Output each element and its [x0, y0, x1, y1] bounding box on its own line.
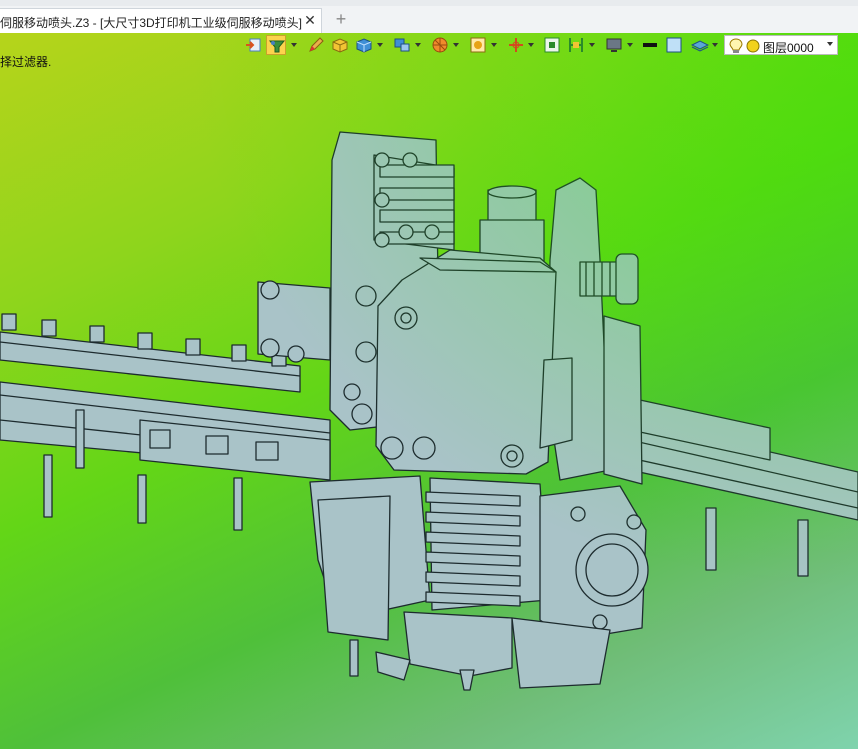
- monitor-dropdown-caret[interactable]: [627, 43, 633, 47]
- render-icon[interactable]: [468, 35, 488, 55]
- filter-icon[interactable]: [266, 35, 286, 55]
- ball-icon[interactable]: [430, 35, 450, 55]
- bracket-icon[interactable]: [566, 35, 586, 55]
- shape-dropdown-caret[interactable]: [415, 43, 421, 47]
- close-icon[interactable]: ✕: [302, 12, 318, 28]
- layer-dropdown-caret[interactable]: [827, 42, 833, 46]
- multi-shape-icon[interactable]: [392, 35, 412, 55]
- circle-icon: [746, 39, 760, 53]
- printer-head-model[interactable]: [0, 33, 858, 749]
- bracket-dropdown-caret[interactable]: [589, 43, 595, 47]
- 3d-viewport[interactable]: 择过滤器. 图层0000: [0, 33, 858, 749]
- pencil-icon[interactable]: [306, 35, 326, 55]
- document-tab[interactable]: 伺服移动喷头.Z3 - [大尺寸3D打印机工业级伺服移动喷头] ✕: [0, 8, 322, 33]
- tab-title: 伺服移动喷头.Z3 - [大尺寸3D打印机工业级伺服移动喷头]: [0, 16, 303, 30]
- cube-dropdown-caret[interactable]: [377, 43, 383, 47]
- filter-dropdown-caret[interactable]: [291, 43, 297, 47]
- tab-bar: 伺服移动喷头.Z3 - [大尺寸3D打印机工业级伺服移动喷头] ✕ +: [0, 0, 858, 34]
- layer-select[interactable]: 图层0000: [724, 35, 838, 55]
- fill-color-icon[interactable]: [664, 35, 684, 55]
- render-dropdown-caret[interactable]: [491, 43, 497, 47]
- axis-dropdown-caret[interactable]: [528, 43, 534, 47]
- layer-style-dropdown-caret[interactable]: [712, 43, 718, 47]
- new-tab-button[interactable]: +: [332, 8, 350, 30]
- import-icon[interactable]: [244, 35, 264, 55]
- box-icon[interactable]: [330, 35, 350, 55]
- monitor-icon[interactable]: [604, 35, 624, 55]
- filter-status-text: 择过滤器.: [0, 55, 52, 69]
- title-strip: [0, 0, 858, 6]
- layer-label: 图层0000: [763, 41, 814, 55]
- line-color-icon[interactable]: [640, 35, 660, 55]
- bulb-icon[interactable]: [729, 38, 743, 54]
- layer-stack-icon[interactable]: [690, 35, 710, 55]
- cube-icon[interactable]: [354, 35, 374, 55]
- ball-dropdown-caret[interactable]: [453, 43, 459, 47]
- axis-icon[interactable]: [506, 35, 526, 55]
- select-frame-icon[interactable]: [542, 35, 562, 55]
